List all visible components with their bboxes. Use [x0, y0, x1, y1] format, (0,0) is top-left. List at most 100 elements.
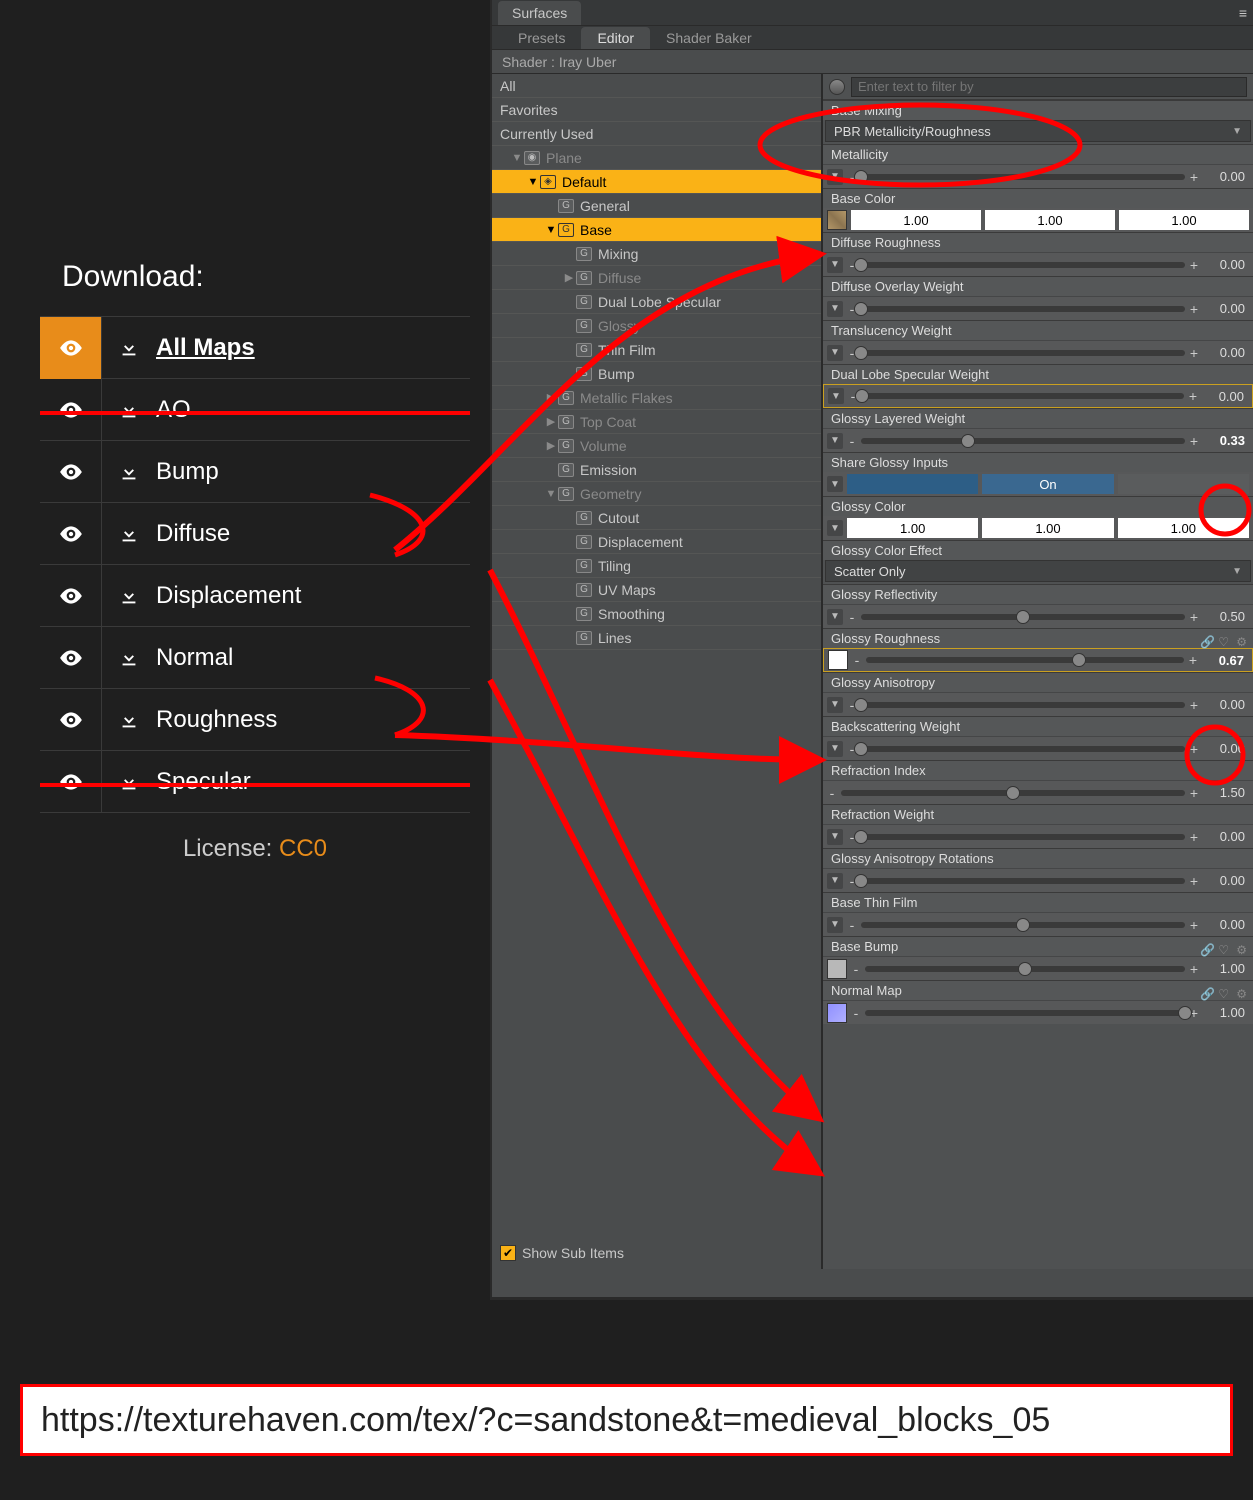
- filter-favorites[interactable]: Favorites: [492, 98, 821, 122]
- slider-dual-lobe[interactable]: ▼ -+ 0.00: [823, 384, 1253, 408]
- tree-dual-lobe[interactable]: GDual Lobe Specular: [492, 290, 821, 314]
- tree-top-coat[interactable]: ▶GTop Coat: [492, 410, 821, 434]
- tree-bump[interactable]: GBump: [492, 362, 821, 386]
- eye-icon[interactable]: [40, 751, 102, 813]
- tab-presets[interactable]: Presets: [502, 27, 581, 49]
- eye-icon[interactable]: [40, 441, 102, 503]
- download-row-specular[interactable]: Specular: [40, 751, 470, 813]
- texture-swatch[interactable]: [827, 959, 847, 979]
- gear-icon[interactable]: ⚙: [1236, 940, 1247, 960]
- chevron-down-icon[interactable]: ▼: [827, 520, 843, 536]
- slider-translucency[interactable]: ▼ -+ 0.00: [823, 340, 1253, 364]
- slider-glossy-reflectivity[interactable]: ▼ -+ 0.50: [823, 604, 1253, 628]
- gear-icon[interactable]: ⚙: [1236, 984, 1247, 1004]
- slider-metallicity[interactable]: ▼ -+ 0.00: [823, 164, 1253, 188]
- chevron-down-icon[interactable]: ▼: [827, 301, 843, 317]
- tree-geometry[interactable]: ▼GGeometry: [492, 482, 821, 506]
- tree-thin-film[interactable]: GThin Film: [492, 338, 821, 362]
- tree-mixing[interactable]: GMixing: [492, 242, 821, 266]
- slider-glossy-roughness[interactable]: -+ 0.67: [823, 648, 1253, 672]
- tree-displacement[interactable]: GDisplacement: [492, 530, 821, 554]
- download-row-all-maps[interactable]: All Maps: [40, 317, 470, 379]
- chevron-down-icon[interactable]: ▼: [828, 388, 844, 404]
- texture-swatch[interactable]: [827, 1003, 847, 1023]
- download-row-roughness[interactable]: Roughness: [40, 689, 470, 751]
- tree-tiling[interactable]: GTiling: [492, 554, 821, 578]
- tab-shader-baker[interactable]: Shader Baker: [650, 27, 768, 49]
- slider-base-thin-film[interactable]: ▼ -+ 0.00: [823, 912, 1253, 936]
- eye-icon[interactable]: [40, 627, 102, 689]
- texture-swatch[interactable]: [828, 650, 848, 670]
- toggle-on-label[interactable]: On: [982, 474, 1113, 494]
- chevron-down-icon[interactable]: ▼: [827, 476, 843, 492]
- tree-diffuse[interactable]: ▶GDiffuse: [492, 266, 821, 290]
- slider-glossy-layered[interactable]: ▼ -+ 0.33: [823, 428, 1253, 452]
- tree-lines[interactable]: GLines: [492, 626, 821, 650]
- show-sub-items[interactable]: ✔ Show Sub Items: [500, 1245, 624, 1261]
- download-icon[interactable]: [102, 503, 156, 565]
- download-row-bump[interactable]: Bump: [40, 441, 470, 503]
- chevron-down-icon[interactable]: ▼: [827, 433, 843, 449]
- slider-diffuse-overlay[interactable]: ▼ -+ 0.00: [823, 296, 1253, 320]
- eye-icon[interactable]: [40, 379, 102, 441]
- chevron-down-icon[interactable]: ▼: [827, 829, 843, 845]
- download-icon[interactable]: [102, 751, 156, 813]
- link-heart-icons[interactable]: 🔗 ♡: [1200, 632, 1229, 652]
- slider-glossy-aniso-rot[interactable]: ▼ -+ 0.00: [823, 868, 1253, 892]
- download-icon[interactable]: [102, 565, 156, 627]
- color-glossy-color[interactable]: ▼ 1.00 1.00 1.00: [823, 516, 1253, 540]
- gear-icon[interactable]: ⚙: [1236, 632, 1247, 652]
- panel-menu-icon[interactable]: ≡: [1239, 5, 1247, 21]
- checkbox-icon[interactable]: ✔: [500, 1245, 516, 1261]
- tree-plane[interactable]: ▼◉Plane: [492, 146, 821, 170]
- tab-surfaces[interactable]: Surfaces: [498, 1, 581, 25]
- tab-editor[interactable]: Editor: [581, 27, 650, 49]
- filter-scope-icon[interactable]: [829, 79, 845, 95]
- dropdown-base-mixing[interactable]: PBR Metallicity/Roughness: [825, 120, 1251, 142]
- chevron-down-icon[interactable]: ▼: [827, 917, 843, 933]
- slider-glossy-anisotropy[interactable]: ▼ -+ 0.00: [823, 692, 1253, 716]
- toggle-share-glossy[interactable]: ▼ On: [823, 472, 1253, 496]
- chevron-down-icon[interactable]: ▼: [827, 741, 843, 757]
- download-icon[interactable]: [102, 441, 156, 503]
- tree-default[interactable]: ▼◈Default: [492, 170, 821, 194]
- license-value[interactable]: CC0: [279, 835, 327, 862]
- tree-emission[interactable]: GEmission: [492, 458, 821, 482]
- tree-uv-maps[interactable]: GUV Maps: [492, 578, 821, 602]
- tree-volume[interactable]: ▶GVolume: [492, 434, 821, 458]
- toggle-on[interactable]: [847, 474, 978, 494]
- eye-icon[interactable]: [40, 565, 102, 627]
- toggle-off[interactable]: [1118, 474, 1249, 494]
- chevron-down-icon[interactable]: ▼: [827, 873, 843, 889]
- download-row-diffuse[interactable]: Diffuse: [40, 503, 470, 565]
- chevron-down-icon[interactable]: ▼: [827, 169, 843, 185]
- slider-diffuse-roughness[interactable]: ▼ -+ 0.00: [823, 252, 1253, 276]
- slider-base-bump[interactable]: -+ 1.00: [823, 956, 1253, 980]
- texture-swatch[interactable]: [827, 210, 847, 230]
- chevron-down-icon[interactable]: ▼: [827, 609, 843, 625]
- eye-icon[interactable]: [40, 689, 102, 751]
- download-row-displacement[interactable]: Displacement: [40, 565, 470, 627]
- download-row-normal[interactable]: Normal: [40, 627, 470, 689]
- tree-glossy[interactable]: GGlossy: [492, 314, 821, 338]
- chevron-down-icon[interactable]: ▼: [827, 697, 843, 713]
- tree-cutout[interactable]: GCutout: [492, 506, 821, 530]
- chevron-down-icon[interactable]: ▼: [827, 257, 843, 273]
- slider-normal-map[interactable]: -+ 1.00: [823, 1000, 1253, 1024]
- tree-smoothing[interactable]: GSmoothing: [492, 602, 821, 626]
- link-heart-icons[interactable]: 🔗 ♡: [1200, 984, 1229, 1004]
- filter-input[interactable]: [851, 77, 1247, 97]
- download-icon[interactable]: [102, 627, 156, 689]
- chevron-down-icon[interactable]: ▼: [827, 345, 843, 361]
- slider-refraction-index[interactable]: -+ 1.50: [823, 780, 1253, 804]
- download-row-ao[interactable]: AO: [40, 379, 470, 441]
- dropdown-glossy-color-effect[interactable]: Scatter Only: [825, 560, 1251, 582]
- color-base-color[interactable]: 1.00 1.00 1.00: [823, 208, 1253, 232]
- filter-currently-used[interactable]: Currently Used: [492, 122, 821, 146]
- link-heart-icons[interactable]: 🔗 ♡: [1200, 940, 1229, 960]
- tree-base[interactable]: ▼GBase: [492, 218, 821, 242]
- tree-general[interactable]: GGeneral: [492, 194, 821, 218]
- tree-metallic-flakes[interactable]: ▶GMetallic Flakes: [492, 386, 821, 410]
- download-icon[interactable]: [102, 379, 156, 441]
- slider-backscattering[interactable]: ▼ -+ 0.00: [823, 736, 1253, 760]
